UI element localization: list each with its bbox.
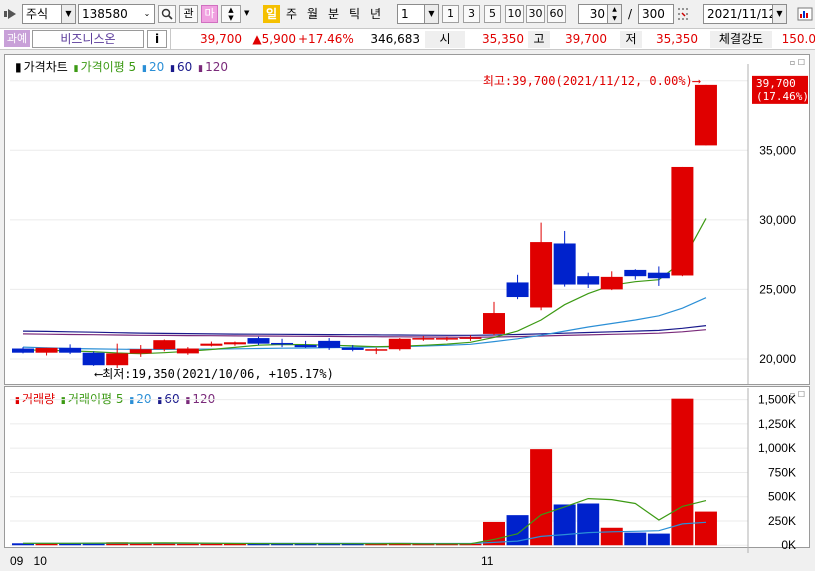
trade-volume: 346,683 <box>370 32 420 46</box>
legend-ma60: 60 <box>177 60 193 74</box>
legend-vol-ma120: 120 <box>192 392 216 406</box>
legend-vol-ma5: 거래이평 5 <box>67 392 124 406</box>
x-axis-bar <box>0 548 815 571</box>
legend-vol-ma60: 60 <box>164 392 180 406</box>
period-day[interactable]: 일 <box>263 5 280 23</box>
date-select[interactable]: 2021/11/12 ▼ <box>703 4 787 24</box>
panel-window-buttons-icon[interactable]: ▫ ☐ <box>790 390 805 399</box>
total-count-value: 300 <box>642 7 665 21</box>
chart-settings-icon[interactable] <box>797 6 813 22</box>
search-button[interactable] <box>158 5 176 23</box>
low-label: 저 <box>620 31 642 48</box>
legend-ma20: 20 <box>148 60 165 74</box>
small-dropdown-icon[interactable]: ▼ <box>244 9 249 17</box>
price-change-pct: +17.46% <box>298 32 354 46</box>
search-icon <box>161 8 173 20</box>
current-price: 39,700 <box>200 32 242 46</box>
low-price: 35,350 <box>656 32 698 46</box>
period-minute[interactable]: 분 <box>325 5 342 23</box>
stepper[interactable]: ▲ ▼ <box>221 5 241 23</box>
grid-dots-icon[interactable] <box>676 6 690 22</box>
market-select[interactable]: 주식 ▼ <box>22 4 76 24</box>
market-select-value: 주식 <box>26 7 49 21</box>
unit-1-button[interactable]: 1 <box>442 5 459 23</box>
ma-button[interactable]: 마 <box>201 5 218 23</box>
linked-screen-icon[interactable] <box>4 8 20 20</box>
unit-60-button[interactable]: 60 <box>547 5 566 23</box>
count-separator: / <box>627 7 633 21</box>
stock-code-input[interactable]: 138580 ⌄ <box>78 4 155 24</box>
count-stepper-icon[interactable]: ▲ ▼ <box>607 5 621 23</box>
price-chart-title: 가격차트 <box>23 60 68 74</box>
price-panel[interactable]: ▮ 가격차트 ▮ 가격이평 5 ▮ 20 ▮ 60 ▮ 120 ▫ ☐ <box>4 54 810 385</box>
display-count-input[interactable]: 30 ▲ ▼ <box>578 4 622 24</box>
unit-3-button[interactable]: 3 <box>463 5 480 23</box>
tax-badge: 과예 <box>4 30 30 47</box>
strength-label: 체결강도 <box>710 31 772 48</box>
price-change: ▲5,900 <box>252 32 296 46</box>
open-label: 시 <box>425 31 465 48</box>
chevron-down-icon[interactable]: ▼ <box>424 5 438 23</box>
period-tick[interactable]: 틱 <box>346 5 363 23</box>
date-select-value: 2021/11/12 <box>707 7 777 21</box>
total-count-input[interactable]: 300 <box>638 4 674 24</box>
stock-info-button[interactable]: i <box>147 30 167 48</box>
volume-chart-title: 거래량 <box>21 392 56 406</box>
open-price: 35,350 <box>482 32 524 46</box>
unit-10-button[interactable]: 10 <box>505 5 524 23</box>
unit-select-value: 1 <box>401 7 409 21</box>
period-year[interactable]: 년 <box>367 5 384 23</box>
chevron-down-icon[interactable]: ▼ <box>61 5 75 23</box>
stock-code-value: 138580 <box>82 7 128 21</box>
chevron-down-icon[interactable]: ⌄ <box>140 5 154 23</box>
step-down-icon[interactable]: ▼ <box>222 14 240 22</box>
unit-select[interactable]: 1 ▼ <box>397 4 439 24</box>
toolbar: 주식 ▼ 138580 ⌄ 관 마 ▲ ▼ ▼ 일 주 월 분 틱 년 1 ▼ … <box>0 0 815 29</box>
price-legend: ▮ 가격차트 ▮ 가격이평 5 ▮ 20 ▮ 60 ▮ 120 <box>15 60 228 74</box>
stock-name[interactable]: 비즈니스온 <box>32 30 144 48</box>
legend-ma120: 120 <box>205 60 228 74</box>
unit-30-button[interactable]: 30 <box>526 5 545 23</box>
period-week[interactable]: 주 <box>283 5 300 23</box>
period-month[interactable]: 월 <box>304 5 321 23</box>
interest-button[interactable]: 관 <box>179 5 198 23</box>
strength-value: 150.0 <box>781 32 815 46</box>
display-count-value: 30 <box>589 7 605 21</box>
panel-window-buttons-icon[interactable]: ▫ ☐ <box>790 58 805 67</box>
step-up-icon[interactable]: ▲ <box>222 6 240 14</box>
volume-legend: ▮ 거래량 ▮ 거래이평 5 ▮ 20 ▮ 60 ▮ 120 <box>15 392 216 406</box>
quote-bar: 과예 비즈니스온 i 39,700 ▲5,900 +17.46% 346,683… <box>0 29 815 50</box>
chevron-down-icon[interactable]: ▼ <box>772 5 786 23</box>
legend-vol-ma20: 20 <box>136 392 152 406</box>
unit-5-button[interactable]: 5 <box>484 5 501 23</box>
high-price: 39,700 <box>565 32 607 46</box>
volume-panel[interactable]: ▮ 거래량 ▮ 거래이평 5 ▮ 20 ▮ 60 ▮ 120 ▫ ☐ <box>4 386 810 548</box>
legend-ma5: 가격이평 5 <box>80 60 137 74</box>
high-label: 고 <box>528 31 550 48</box>
